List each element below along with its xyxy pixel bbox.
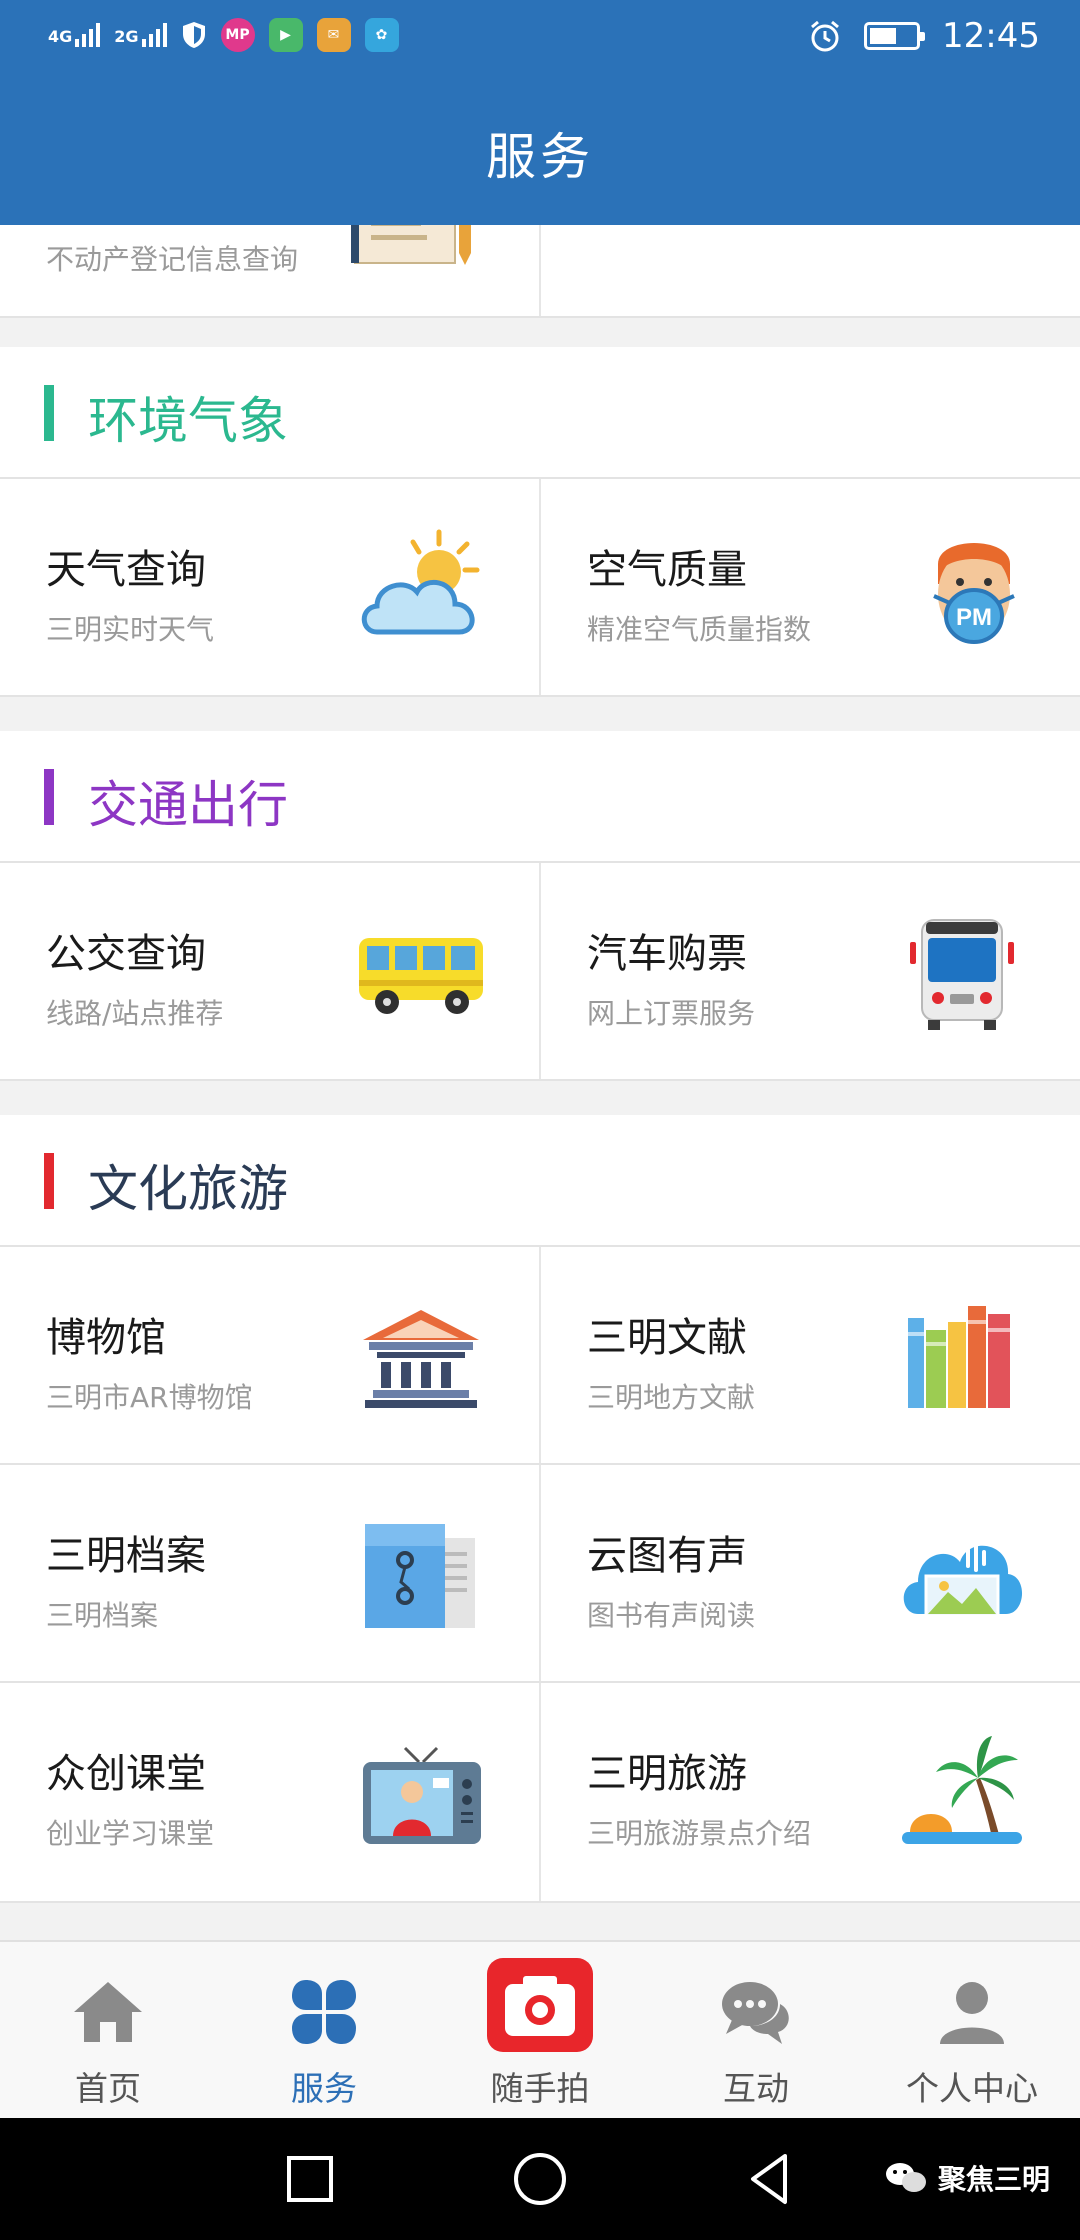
camera-icon [487, 1958, 593, 2052]
weather-query-card[interactable]: 天气查询 三明实时天气 [0, 479, 541, 695]
weather-icon [361, 529, 480, 635]
card-subtitle: 三明档案 [46, 1599, 159, 1632]
card-subtitle: 图书有声阅读 [587, 1599, 756, 1632]
grid-icon [292, 1980, 356, 2044]
service-list[interactable]: 不动产登记信息查询 环境气象 天气查询 三明实时天气 空气质量 精准空气质量指数… [0, 225, 1080, 1940]
air-quality-card[interactable]: 空气质量 精准空气质量指数 PM [541, 479, 1080, 695]
section-header-environment: 环境气象 [0, 347, 1080, 479]
section-title: 交通出行 [88, 776, 288, 834]
local-literature-card[interactable]: 三明文献 三明地方文献 [541, 1247, 1080, 1463]
signal-4g-icon: 4G [48, 23, 101, 47]
battery-icon [864, 22, 926, 50]
mp-app-icon: MP [220, 18, 255, 52]
real-estate-query-card[interactable]: 不动产登记信息查询 [0, 225, 541, 316]
tab-interaction[interactable]: 互动 [648, 1942, 864, 2118]
pm-badge-text: PM [956, 604, 992, 631]
coach-ticket-card[interactable]: 汽车购票 网上订票服务 [541, 863, 1080, 1079]
books-icon [908, 1306, 1010, 1408]
tab-label: 互动 [723, 2069, 789, 2108]
person-icon [940, 1982, 1004, 2044]
tab-label: 随手拍 [490, 2069, 590, 2108]
card-subtitle: 三明市AR博物馆 [46, 1381, 253, 1414]
service-row: 天气查询 三明实时天气 空气质量 精准空气质量指数 PM [0, 479, 1080, 697]
tab-home[interactable]: 首页 [0, 1942, 216, 2118]
tab-profile[interactable]: 个人中心 [864, 1942, 1080, 2118]
system-nav-bar: 聚焦三明 [0, 2118, 1080, 2240]
card-subtitle: 三明地方文献 [587, 1381, 756, 1414]
bus-query-card[interactable]: 公交查询 线路/站点推荐 [0, 863, 541, 1079]
section-accent-bar [44, 1153, 54, 1209]
wechat-icon [885, 2163, 926, 2192]
mail-app-icon: ✉ [316, 18, 351, 52]
status-left: 4G 2G MP ▶ ✉ ✿ [48, 18, 399, 52]
card-title: 汽车购票 [587, 931, 747, 977]
partial-service-row: 不动产登记信息查询 [0, 225, 1080, 318]
section-header-transport: 交通出行 [0, 731, 1080, 863]
bottom-tab-bar: 首页 服务 随手拍 互动 个人中心 [0, 1940, 1080, 2118]
maker-class-card[interactable]: 众创课堂 创业学习课堂 [0, 1683, 541, 1901]
service-row: 众创课堂 创业学习课堂 三明旅游 三明旅游景点介绍 [0, 1683, 1080, 1903]
tab-label: 个人中心 [906, 2069, 1038, 2108]
card-subtitle: 不动产登记信息查询 [46, 243, 299, 276]
section-accent-bar [44, 385, 54, 441]
card-title: 空气质量 [587, 547, 747, 593]
museum-card[interactable]: 博物馆 三明市AR博物馆 [0, 1247, 541, 1463]
chat-icon [722, 1982, 789, 2044]
watermark: 聚焦三明 [884, 2158, 1050, 2198]
tab-service[interactable]: 服务 [216, 1942, 432, 2118]
back-button[interactable] [735, 2144, 805, 2214]
tourism-card[interactable]: 三明旅游 三明旅游景点介绍 [541, 1683, 1080, 1901]
archives-card[interactable]: 三明档案 三明档案 [0, 1465, 541, 1681]
card-subtitle: 精准空气质量指数 [587, 613, 812, 646]
archive-icon [365, 1524, 475, 1628]
cloud-audio-icon [903, 1544, 1023, 1618]
palm-tree-icon [902, 1736, 1022, 1844]
section-title: 文化旅游 [88, 1160, 288, 1218]
tab-snapshot[interactable]: 随手拍 [432, 1942, 648, 2118]
section-accent-bar [44, 769, 54, 825]
recent-apps-button[interactable] [275, 2144, 345, 2214]
service-row: 博物馆 三明市AR博物馆 三明文献 三明地方文献 [0, 1247, 1080, 1465]
card-subtitle: 三明实时天气 [46, 613, 215, 646]
card-title: 公交查询 [46, 931, 206, 977]
card-title: 众创课堂 [46, 1751, 206, 1797]
clock-time: 12:45 [942, 16, 1040, 56]
home-button[interactable] [505, 2144, 575, 2214]
card-subtitle: 创业学习课堂 [46, 1817, 215, 1850]
section-title: 环境气象 [88, 392, 288, 450]
empty-card [541, 225, 1080, 316]
service-row: 公交查询 线路/站点推荐 汽车购票 网上订票服务 [0, 863, 1080, 1081]
card-title: 天气查询 [46, 547, 206, 593]
card-title: 博物馆 [46, 1315, 166, 1361]
tab-label: 首页 [75, 2069, 141, 2108]
status-bar: 4G 2G MP ▶ ✉ ✿ 12:45 [0, 0, 1080, 80]
card-title: 三明旅游 [587, 1751, 747, 1797]
tab-label: 服务 [291, 2069, 357, 2108]
card-subtitle: 网上订票服务 [587, 997, 756, 1030]
card-title: 云图有声 [587, 1533, 747, 1579]
document-pen-icon [351, 225, 471, 265]
alarm-icon [811, 20, 839, 52]
shield-icon [182, 22, 205, 48]
audio-book-card[interactable]: 云图有声 图书有声阅读 [541, 1465, 1080, 1681]
card-subtitle: 线路/站点推荐 [46, 997, 224, 1030]
service-row: 三明档案 三明档案 云图有声 图书有声阅读 [0, 1465, 1080, 1683]
home-icon [74, 1982, 142, 2042]
tv-icon [363, 1746, 481, 1844]
card-title: 三明文献 [587, 1315, 747, 1361]
player-app-icon: ▶ [268, 18, 303, 52]
bus-front-icon [910, 919, 1014, 1030]
section-header-culture-tourism: 文化旅游 [0, 1115, 1080, 1247]
status-right: 12:45 [808, 16, 1040, 56]
card-title: 三明档案 [46, 1533, 206, 1579]
flower-app-icon: ✿ [364, 18, 399, 52]
air-mask-icon: PM [933, 543, 1015, 644]
card-subtitle: 三明旅游景点介绍 [587, 1817, 812, 1850]
museum-icon [363, 1310, 479, 1408]
watermark-text: 聚焦三明 [937, 2163, 1050, 2196]
page-title: 服务 [486, 127, 594, 186]
signal-2g-icon: 2G [114, 23, 167, 47]
bus-side-icon [359, 938, 483, 1014]
header-bar: 服务 [0, 80, 1080, 225]
